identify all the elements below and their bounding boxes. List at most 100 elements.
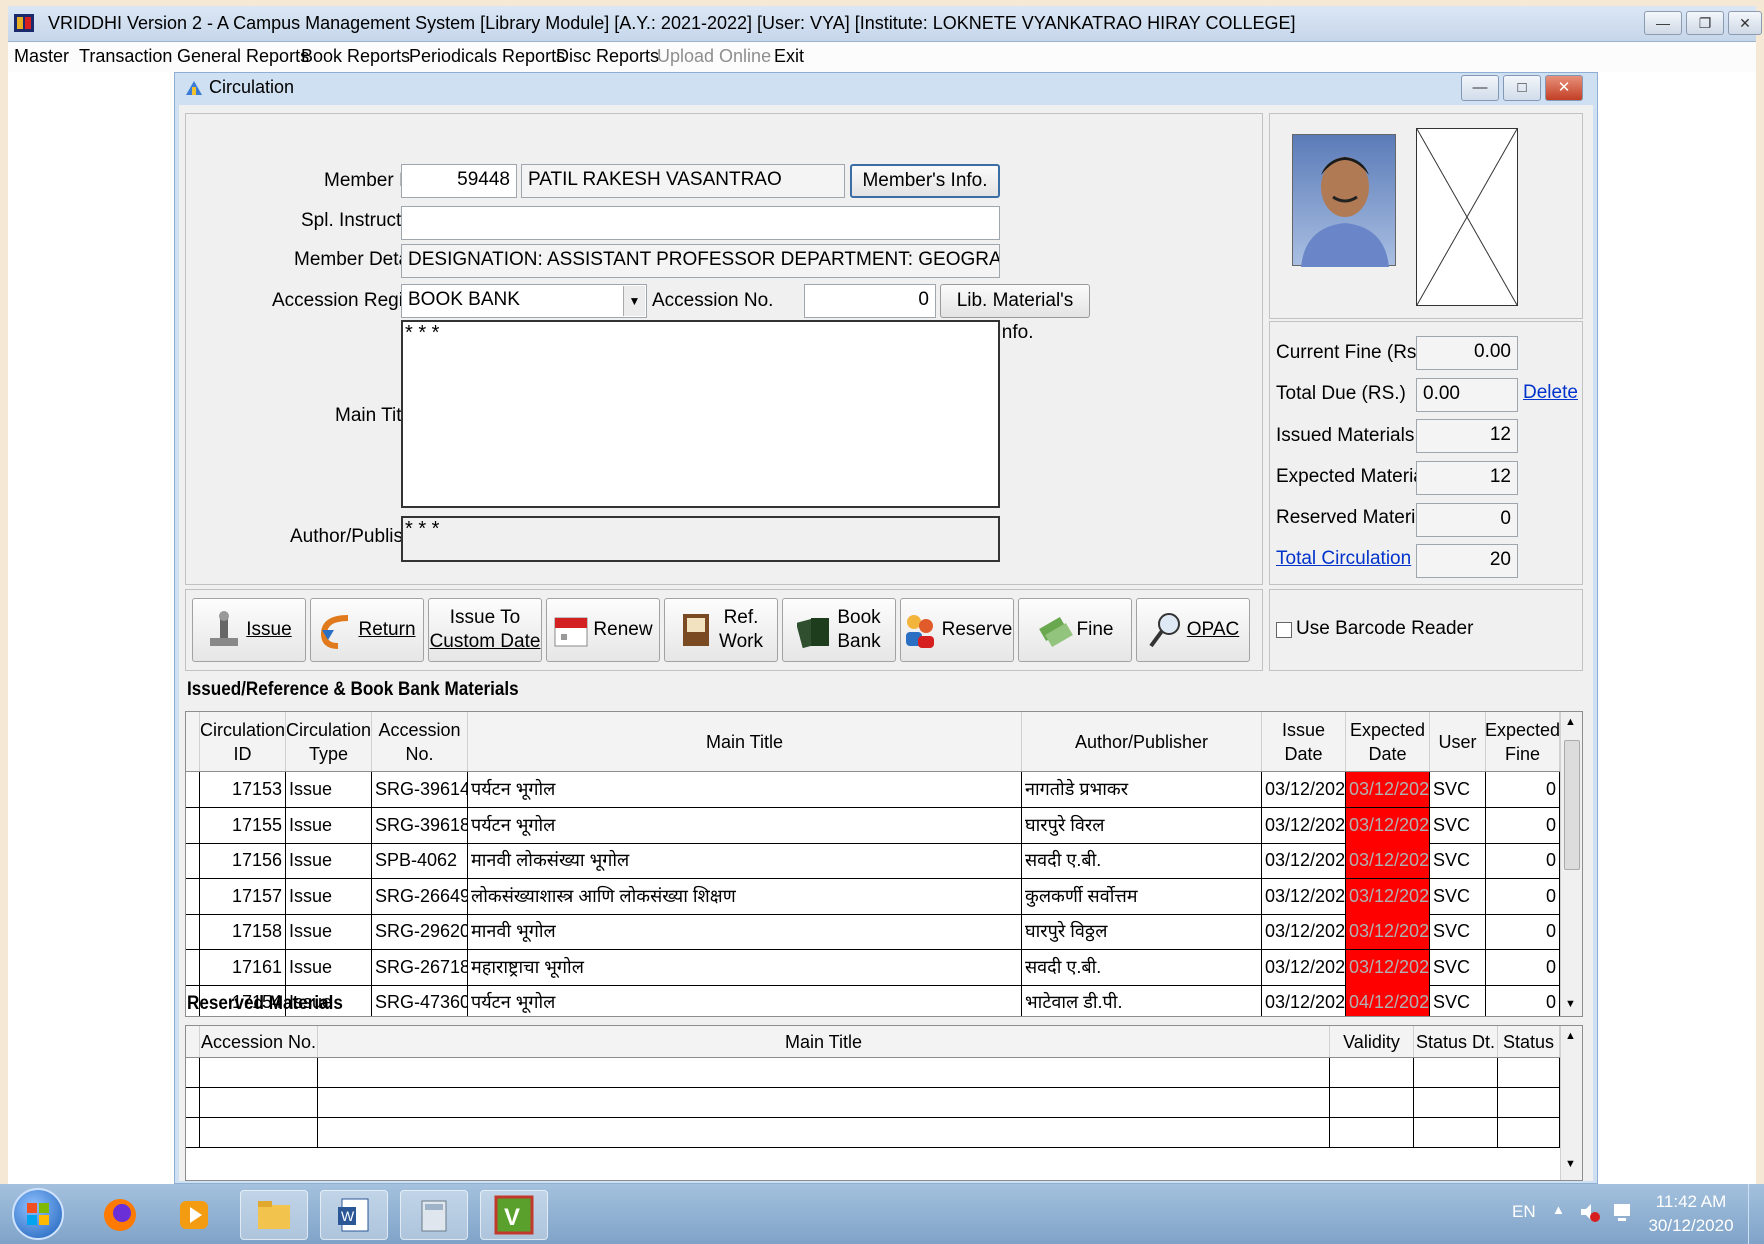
cell-issue-date: 03/12/2021: [1262, 914, 1346, 949]
col-res-accession-no[interactable]: Accession No.: [200, 1026, 318, 1057]
barcode-checkbox[interactable]: [1276, 622, 1292, 638]
return-button[interactable]: Return: [310, 598, 424, 662]
file-explorer-taskbar-icon[interactable]: [240, 1190, 308, 1240]
word-taskbar-icon[interactable]: W: [320, 1190, 388, 1240]
table-row[interactable]: 17161 Issue SRG-26718 महाराष्ट्राचा भूगोल सव…: [186, 949, 1560, 986]
row-selector[interactable]: [186, 914, 200, 949]
renew-button[interactable]: Renew: [546, 598, 660, 662]
table-row[interactable]: 17154 Issue SRG-47360 पर्यटन भूगोल भाटेवाल ड…: [186, 985, 1560, 1016]
col-circulation-type[interactable]: Circulation Type: [286, 712, 372, 771]
cell-issue-date: 03/12/2021: [1262, 843, 1346, 878]
menu-general-reports[interactable]: General Reports: [177, 46, 309, 67]
delete-link[interactable]: Delete: [1523, 382, 1578, 404]
scroll-down-icon[interactable]: ▼: [1565, 998, 1576, 1010]
show-desktop-button[interactable]: [1748, 1184, 1764, 1244]
col-expected-date[interactable]: Expected Date: [1346, 712, 1430, 771]
table-row[interactable]: 17157 Issue SRG-26649 लोकसंख्याशास्त्र आणि …: [186, 878, 1560, 915]
col-main-title[interactable]: Main Title: [468, 712, 1022, 771]
menu-transaction[interactable]: Transaction: [79, 46, 172, 67]
members-info-button[interactable]: Member's Info.: [850, 164, 1000, 198]
col-res-status-dt[interactable]: Status Dt.: [1414, 1026, 1498, 1057]
col-expected-fine[interactable]: Expected Fine: [1485, 712, 1560, 771]
svg-text:V: V: [504, 1204, 520, 1231]
reserved-empty-row[interactable]: [186, 1058, 1560, 1088]
issue-button[interactable]: Issue: [192, 598, 306, 662]
chevron-down-icon[interactable]: ▼: [623, 286, 645, 316]
author-publisher-display: * * *: [401, 516, 1000, 562]
circulation-title: Circulation: [209, 77, 295, 97]
book-bank-button[interactable]: Book Bank: [782, 598, 896, 662]
media-player-taskbar-icon[interactable]: [160, 1190, 228, 1240]
reserved-materials-grid[interactable]: Accession No. Main Title Validity Status…: [185, 1025, 1583, 1181]
fine-button[interactable]: Fine: [1018, 598, 1132, 662]
reserved-empty-row[interactable]: [186, 1118, 1560, 1148]
issued-grid-scrollbar[interactable]: ▲ ▼: [1560, 712, 1582, 1016]
table-row[interactable]: 17156 Issue SPB-4062 मानवी लोकसंख्या भूगोल स…: [186, 843, 1560, 879]
clock-date[interactable]: 30/12/2020: [1646, 1216, 1736, 1236]
col-author-publisher[interactable]: Author/Publisher: [1022, 712, 1262, 771]
member-id-field[interactable]: 59448: [401, 164, 517, 198]
network-icon[interactable]: [1610, 1200, 1634, 1230]
child-close-button[interactable]: ✕: [1545, 75, 1583, 101]
tray-expand-icon[interactable]: ▲: [1552, 1202, 1565, 1217]
row-selector[interactable]: [186, 807, 200, 843]
vriddhi-taskbar-icon[interactable]: V: [480, 1190, 548, 1240]
language-indicator[interactable]: EN: [1512, 1202, 1536, 1222]
vriddhi-icon: V: [494, 1195, 534, 1235]
cell-issue-date: 03/12/2021: [1262, 949, 1346, 985]
reserved-grid-scrollbar[interactable]: ▲ ▼: [1560, 1026, 1582, 1180]
reserved-empty-row[interactable]: [186, 1088, 1560, 1118]
scroll-thumb[interactable]: [1564, 740, 1580, 870]
cell-expected-date: 03/12/2021: [1346, 772, 1430, 807]
menu-disc-reports[interactable]: Disc Reports: [556, 46, 659, 67]
res-scroll-down-icon[interactable]: ▼: [1565, 1158, 1576, 1170]
menu-periodicals-reports[interactable]: Periodicals Reports: [409, 46, 565, 67]
row-selector[interactable]: [186, 949, 200, 985]
issued-materials-grid[interactable]: Circulation ID Circulation Type Accessio…: [185, 711, 1583, 1017]
table-row[interactable]: 17153 Issue SRG-39614 पर्यटन भूगोल नागतोडे प…: [186, 772, 1560, 808]
clock-time[interactable]: 11:42 AM: [1646, 1192, 1736, 1212]
menu-master[interactable]: Master: [14, 46, 69, 67]
restore-button[interactable]: ❐: [1686, 11, 1724, 35]
menu-exit[interactable]: Exit: [774, 46, 804, 67]
col-circulation-id[interactable]: Circulation ID: [200, 712, 286, 771]
close-button[interactable]: ✕: [1728, 11, 1762, 35]
opac-button[interactable]: OPAC: [1136, 598, 1250, 662]
volume-muted-icon[interactable]: [1578, 1200, 1602, 1230]
col-res-main-title[interactable]: Main Title: [318, 1026, 1330, 1057]
title-bar[interactable]: VRIDDHI Version 2 - A Campus Management …: [8, 6, 1762, 42]
table-row[interactable]: 17155 Issue SRG-39618 पर्यटन भूगोल घारपुरे व…: [186, 807, 1560, 844]
col-issue-date[interactable]: Issue Date: [1262, 712, 1346, 771]
col-user[interactable]: User: [1430, 712, 1486, 771]
col-accession-no[interactable]: Accession No.: [372, 712, 468, 771]
child-minimize-button[interactable]: —: [1461, 75, 1499, 101]
col-res-status[interactable]: Status: [1498, 1026, 1560, 1057]
calculator-taskbar-icon[interactable]: [400, 1190, 468, 1240]
table-row[interactable]: 17158 Issue SRG-29620 मानवी भूगोल घारपुरे वि…: [186, 914, 1560, 950]
lib-material-info-button[interactable]: Lib. Material's Info.: [940, 284, 1090, 343]
accession-no-field[interactable]: 0: [804, 284, 936, 318]
return-label: Return: [358, 619, 416, 640]
row-selector[interactable]: [186, 772, 200, 807]
firefox-taskbar-icon[interactable]: [86, 1190, 154, 1240]
child-maximize-button[interactable]: □: [1503, 75, 1541, 101]
scroll-up-icon[interactable]: ▲: [1565, 716, 1576, 728]
cell-main-title: मानवी भूगोल: [468, 914, 1022, 949]
menu-book-reports[interactable]: Book Reports: [301, 46, 410, 67]
accession-register-select[interactable]: BOOK BANK ▼: [401, 284, 647, 318]
menu-upload-online[interactable]: Upload Online: [657, 46, 771, 67]
col-res-validity[interactable]: Validity: [1330, 1026, 1414, 1057]
start-button[interactable]: [12, 1188, 64, 1240]
cell-expected-fine: 0: [1486, 843, 1560, 878]
minimize-button[interactable]: —: [1644, 11, 1682, 35]
cell-circulation-type: Issue: [286, 878, 372, 914]
reserve-button[interactable]: Reserve: [900, 598, 1014, 662]
spl-instruction-field[interactable]: [401, 206, 1000, 240]
total-circulation-link[interactable]: Total Circulation: [1276, 548, 1411, 570]
issue-custom-date-button[interactable]: Issue To Custom Date: [428, 598, 542, 662]
calculator-icon: [421, 1200, 447, 1232]
res-scroll-up-icon[interactable]: ▲: [1565, 1030, 1576, 1042]
row-selector[interactable]: [186, 843, 200, 878]
ref-work-button[interactable]: Ref. Work: [664, 598, 778, 662]
row-selector[interactable]: [186, 878, 200, 914]
